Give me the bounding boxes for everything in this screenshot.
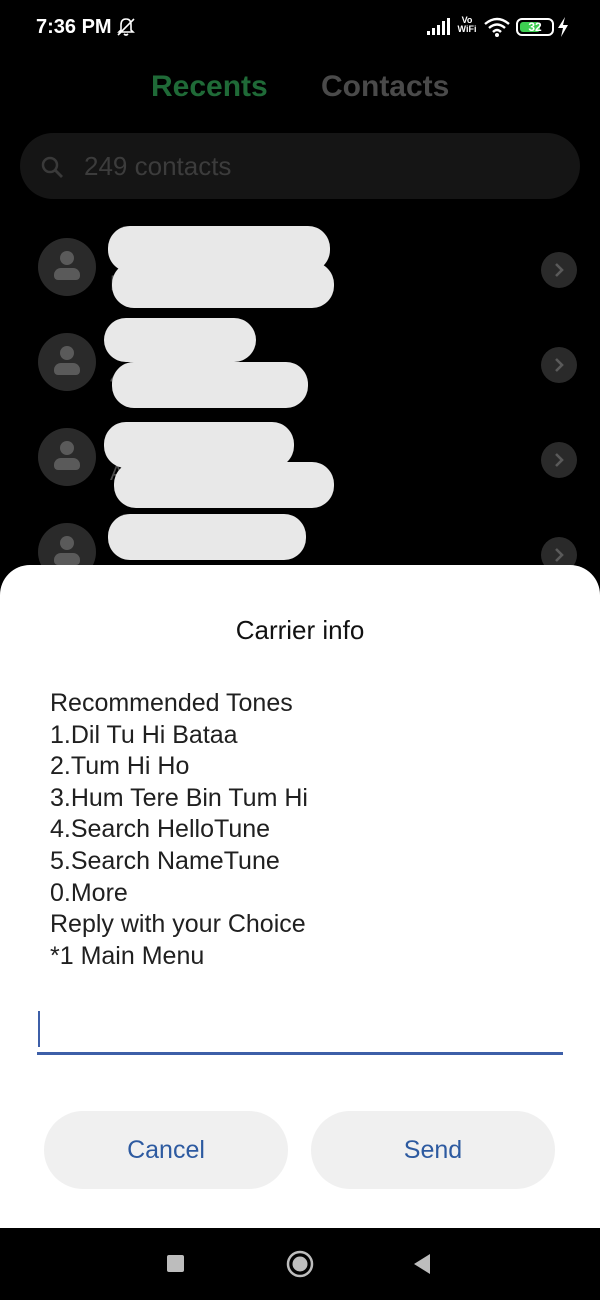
redaction-mark	[112, 362, 308, 408]
redaction-mark	[108, 514, 306, 560]
cancel-button[interactable]: Cancel	[44, 1111, 288, 1189]
wifi-icon	[484, 17, 510, 37]
search-bar[interactable]: 249 contacts	[20, 133, 580, 199]
reply-input[interactable]	[37, 1005, 563, 1055]
status-bar: 7:36 PM Vo WiFi 32	[0, 0, 600, 56]
call-log-list: PM Rang 1 time 45 PM Rang 2 tim... AM In…	[0, 220, 600, 590]
battery-percent: 32	[528, 20, 542, 34]
navigation-bar	[0, 1228, 600, 1300]
redaction-mark	[104, 318, 256, 362]
message-line: 5.Search NameTune	[50, 846, 280, 875]
dialog-title: Carrier info	[235, 615, 365, 645]
message-line: *1 Main Menu	[50, 941, 205, 970]
back-icon[interactable]	[412, 1253, 432, 1275]
dialog-message: Recommended Tones 1.Dil Tu Hi Bataa 2.Tu…	[50, 688, 560, 972]
chevron-right-icon	[555, 358, 564, 372]
recent-apps-icon[interactable]	[167, 1255, 184, 1272]
avatar	[38, 428, 96, 486]
avatar	[38, 238, 96, 296]
bell-off-icon	[117, 18, 135, 36]
carrier-info-dialog: Carrier info Recommended Tones 1.Dil Tu …	[0, 565, 600, 1228]
message-line: Reply with your Choice	[50, 910, 306, 939]
search-icon	[41, 156, 63, 178]
redaction-mark	[114, 462, 334, 508]
chevron-right-icon	[555, 263, 564, 277]
details-button[interactable]	[541, 347, 577, 383]
vowifi-indicator: Vo WiFi	[454, 16, 480, 34]
home-icon[interactable]	[286, 1250, 314, 1278]
text-cursor	[38, 1011, 40, 1047]
message-line: 2.Tum Hi Ho	[50, 752, 190, 781]
tab-recents[interactable]: Recents	[151, 70, 268, 104]
search-input[interactable]: 249 contacts	[84, 151, 231, 182]
message-line: 4.Search HelloTune	[50, 815, 271, 844]
status-time: 7:36 PM	[36, 16, 112, 38]
chevron-right-icon	[555, 548, 564, 562]
message-line: 1.Dil Tu Hi Bataa	[50, 720, 238, 749]
send-button[interactable]: Send	[311, 1111, 555, 1189]
vowifi-label-bottom: WiFi	[457, 24, 477, 34]
tab-contacts[interactable]: Contacts	[321, 70, 449, 104]
battery-icon: 32	[516, 18, 554, 36]
redaction-mark	[112, 262, 334, 308]
tab-bar: Recents Contacts	[0, 70, 600, 116]
signal-icon	[427, 18, 450, 35]
message-line: 0.More	[50, 878, 128, 907]
charging-icon	[558, 17, 568, 37]
avatar	[38, 333, 96, 391]
message-line: Recommended Tones	[50, 689, 293, 717]
details-button[interactable]	[541, 442, 577, 478]
chevron-right-icon	[555, 453, 564, 467]
details-button[interactable]	[541, 252, 577, 288]
message-line: 3.Hum Tere Bin Tum Hi	[50, 783, 308, 812]
